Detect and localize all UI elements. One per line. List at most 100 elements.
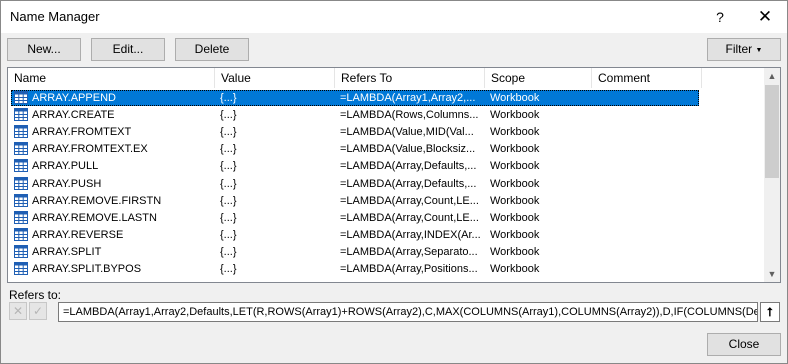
named-range-icon [14,244,28,258]
list-item[interactable]: ARRAY.PUSH {...} =LAMBDA(Array,Defaults,..… [8,176,764,193]
list-item[interactable]: ARRAY.SPLIT {...} =LAMBDA(Array,Separato..… [8,244,764,261]
named-range-icon [14,159,28,173]
list-item[interactable]: ARRAY.REMOVE.LASTN {...} =LAMBDA(Array,Cou… [8,210,764,227]
cell-name: ARRAY.REMOVE.FIRSTN [32,194,162,207]
cell-value: {...} [220,211,237,224]
new-button-label: New... [27,42,61,56]
cell-comment [597,228,697,243]
cell-scope: Workbook [490,92,540,104]
refers-to-input[interactable]: =LAMBDA(Array1,Array2,Defaults,LET(R,ROW… [58,302,758,322]
named-range-icon [14,91,28,104]
cell-scope: Workbook [490,194,540,207]
cell-scope: Workbook [490,143,540,156]
cell-comment [597,91,697,106]
names-list[interactable]: Name Value Refers To Scope Comment ARRAY… [7,67,781,283]
cell-name: ARRAY.PUSH [32,177,102,190]
list-header: Name Value Refers To Scope Comment [8,68,764,88]
cell-value: {...} [220,194,237,207]
close-button[interactable]: Close [707,333,781,356]
cell-comment [597,245,697,260]
cell-refers-to: =LAMBDA(Value,MID(Val... [340,126,474,139]
cell-comment [597,177,697,192]
new-button[interactable]: New... [7,38,81,61]
cell-name: ARRAY.SPLIT.BYPOS [32,263,142,275]
cell-refers-to: =LAMBDA(Array,Positions... [340,263,478,275]
refers-to-label: Refers to: [9,288,62,302]
cell-value: {...} [220,126,237,139]
cell-refers-to: =LAMBDA(Value,Blocksiz... [340,143,476,156]
cell-value: {...} [220,228,237,241]
list-item[interactable]: ARRAY.CREATE {...} =LAMBDA(Rows,Columns...… [8,107,764,124]
cell-comment [597,125,697,140]
scrollbar-thumb[interactable] [765,85,779,178]
cell-name: ARRAY.PULL [32,160,99,173]
edit-button[interactable]: Edit... [91,38,165,61]
cell-scope: Workbook [490,109,540,122]
named-range-icon [14,193,28,207]
delete-button-label: Delete [194,42,230,56]
cell-refers-to: =LAMBDA(Rows,Columns... [340,109,479,122]
cell-name: ARRAY.REVERSE [32,228,124,241]
cell-scope: Workbook [490,245,540,258]
cell-comment [597,262,697,277]
vertical-scrollbar[interactable]: ▲ ▼ [764,68,780,282]
named-range-icon [14,125,28,139]
column-header-name[interactable]: Name [8,68,215,88]
cell-scope: Workbook [490,211,540,224]
list-item[interactable]: ARRAY.FROMTEXT.EX {...} =LAMBDA(Value,Bloc… [8,141,764,158]
cell-comment [597,142,697,157]
cell-name: ARRAY.SPLIT [32,245,102,258]
cell-scope: Workbook [490,263,540,275]
named-range-icon [14,227,28,241]
filter-button-label: Filter [725,42,753,56]
list-item[interactable]: ARRAY.PULL {...} =LAMBDA(Array,Defaults,..… [8,158,764,175]
column-header-comment[interactable]: Comment [592,68,702,88]
list-item[interactable]: ARRAY.SPLIT.BYPOS {...} =LAMBDA(Array,Posi… [8,261,764,278]
named-range-icon [14,108,28,122]
cell-scope: Workbook [490,177,540,190]
title-bar: Name Manager ? ✕ [1,1,787,33]
named-range-icon [14,262,28,275]
list-item[interactable]: ARRAY.REMOVE.FIRSTN {...} =LAMBDA(Array,Co… [8,193,764,210]
named-range-icon [14,176,28,190]
cell-comment [597,194,697,209]
cell-name: ARRAY.REMOVE.LASTN [32,211,157,224]
cell-value: {...} [220,263,237,275]
scroll-up-icon[interactable]: ▲ [764,68,780,84]
cell-refers-to: =LAMBDA(Array,Defaults,... [340,160,477,173]
cell-value: {...} [220,109,237,122]
cell-value: {...} [220,143,237,156]
cell-refers-to: =LAMBDA(Array1,Array2,... [340,92,476,104]
cell-value: {...} [220,245,237,258]
scroll-down-icon[interactable]: ▼ [764,266,780,282]
cell-comment [597,159,697,174]
cell-scope: Workbook [490,228,540,241]
cell-name: ARRAY.FROMTEXT.EX [32,143,148,156]
cell-refers-to: =LAMBDA(Array,INDEX(Ar... [340,228,481,241]
cell-name: ARRAY.FROMTEXT [32,126,132,139]
close-button-label: Close [728,337,760,351]
cell-value: {...} [220,92,237,104]
list-item[interactable]: ARRAY.FROMTEXT {...} =LAMBDA(Value,MID(Val… [8,124,764,141]
cell-comment [597,108,697,123]
help-button[interactable]: ? [706,4,734,30]
list-item[interactable]: ARRAY.REVERSE {...} =LAMBDA(Array,INDEX(Ar… [8,227,764,244]
edit-button-label: Edit... [112,42,144,56]
cell-refers-to: =LAMBDA(Array,Separato... [340,245,478,258]
collapse-dialog-icon[interactable]: ⭡ [760,302,780,322]
close-window-button[interactable]: ✕ [747,4,783,30]
cancel-edit-button: ✕ [9,302,27,320]
column-header-value[interactable]: Value [215,68,335,88]
confirm-edit-button: ✓ [29,302,47,320]
delete-button[interactable]: Delete [175,38,249,61]
cell-name: ARRAY.APPEND [32,92,116,104]
cell-scope: Workbook [490,126,540,139]
cell-refers-to: =LAMBDA(Array,Defaults,... [340,177,477,190]
named-range-icon [14,210,28,224]
cell-scope: Workbook [490,160,540,173]
column-header-refers-to[interactable]: Refers To [335,68,485,88]
cell-name: ARRAY.CREATE [32,109,115,122]
column-header-scope[interactable]: Scope [485,68,592,88]
list-item[interactable]: ARRAY.APPEND {...} =LAMBDA(Array1,Array2,.… [8,90,764,107]
filter-button[interactable]: Filter ▼ [707,38,781,61]
